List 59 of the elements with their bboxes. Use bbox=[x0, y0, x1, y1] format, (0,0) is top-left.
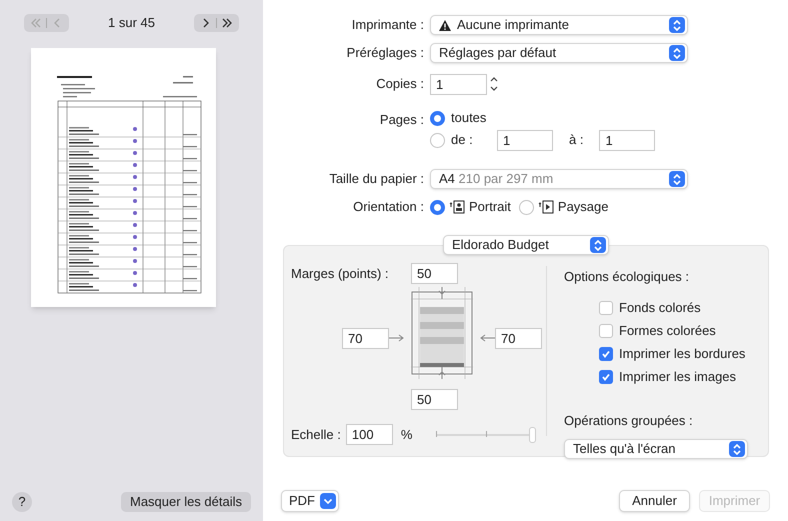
stepper[interactable] bbox=[489, 75, 499, 93]
right-margin-field[interactable]: 70 bbox=[495, 328, 542, 348]
bottom-margin-field[interactable]: 50 bbox=[411, 389, 458, 410]
chevron-icon bbox=[669, 45, 685, 61]
checkbox[interactable] bbox=[599, 301, 613, 315]
field-label: Taille du papier : bbox=[328, 170, 425, 188]
field-label: Orientation : bbox=[352, 198, 425, 216]
radio-button[interactable] bbox=[430, 110, 445, 126]
chevron-icon bbox=[669, 17, 685, 33]
section-title: Options écologiques : bbox=[564, 268, 690, 286]
top-margin-field[interactable]: 50 bbox=[411, 263, 458, 284]
page-from-field[interactable]: 1 bbox=[497, 130, 553, 150]
unit-label: % bbox=[400, 426, 412, 444]
checkmark-icon bbox=[601, 349, 611, 359]
portrait-icon bbox=[449, 200, 465, 214]
option-label: Paysage bbox=[558, 198, 608, 216]
scale-field[interactable]: 100 bbox=[346, 424, 393, 445]
chevron-icon bbox=[590, 237, 606, 253]
chevron-icon bbox=[729, 441, 745, 457]
option-label: Portrait bbox=[469, 198, 511, 216]
checkbox-label: Imprimer les images bbox=[619, 368, 736, 386]
pdf-menu-button[interactable]: PDF bbox=[281, 490, 339, 512]
field-label: Préréglages : bbox=[346, 44, 425, 62]
scale-slider[interactable] bbox=[436, 426, 536, 442]
cancel-button[interactable]: Annuler bbox=[619, 490, 690, 512]
section-title: Opérations groupées : bbox=[564, 412, 694, 430]
field-label: Pages : bbox=[378, 111, 425, 129]
checkbox[interactable] bbox=[599, 347, 613, 361]
page-to-field[interactable]: 1 bbox=[599, 130, 656, 150]
dropdown-icon bbox=[320, 493, 336, 509]
hide-details-button[interactable]: Masquer les détails bbox=[121, 492, 251, 512]
copies-field[interactable]: 1 bbox=[430, 74, 487, 94]
field-label: à : bbox=[569, 131, 584, 150]
radio-button[interactable] bbox=[430, 200, 445, 214]
paper-size-select[interactable]: A4 210 par 297 mm bbox=[430, 169, 688, 189]
field-label: Copies : bbox=[375, 75, 425, 94]
radio-button[interactable] bbox=[430, 132, 445, 148]
checkbox[interactable] bbox=[599, 370, 613, 384]
grouped-operations-select[interactable]: Telles qu'à l'écran bbox=[564, 439, 748, 459]
checkbox-label: Formes colorées bbox=[619, 322, 716, 340]
chevron-icon bbox=[669, 171, 685, 187]
help-button[interactable]: ? bbox=[12, 492, 32, 512]
checkmark-icon bbox=[601, 372, 611, 382]
page-indicator: 1 sur 45 bbox=[108, 14, 155, 32]
app-menu[interactable]: Eldorado Budget bbox=[443, 235, 609, 255]
left-margin-field[interactable]: 70 bbox=[342, 328, 389, 348]
field-label: Imprimante : bbox=[350, 16, 425, 34]
checkbox-label: Imprimer les bordures bbox=[619, 345, 746, 364]
option-label: de : bbox=[451, 131, 474, 150]
landscape-icon bbox=[538, 200, 554, 214]
slider-thumb[interactable] bbox=[529, 426, 536, 442]
margins-label: Marges (points) : bbox=[291, 264, 390, 283]
checkbox[interactable] bbox=[599, 324, 613, 338]
option-label: toutes bbox=[451, 109, 486, 128]
printer-select[interactable]: Aucune imprimante bbox=[430, 15, 688, 35]
scale-label: Echelle : bbox=[291, 426, 341, 444]
radio-button[interactable] bbox=[518, 200, 534, 214]
checkbox-label: Fonds colorés bbox=[619, 299, 701, 318]
presets-select[interactable]: Réglages par défaut bbox=[430, 43, 688, 63]
